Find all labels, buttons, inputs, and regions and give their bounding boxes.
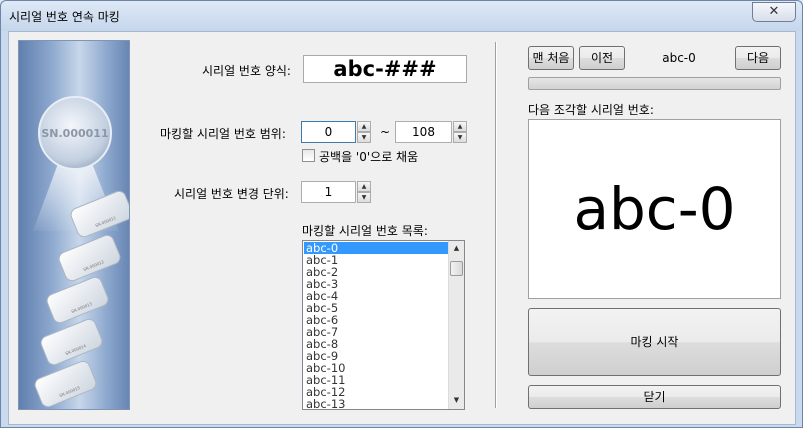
serial-listbox[interactable]: abc-0 abc-1 abc-2 abc-3 abc-4 abc-5 abc-6 abc-7… — [302, 240, 465, 410]
previous-button[interactable]: 이전 — [579, 46, 625, 70]
close-button[interactable]: 닫기 — [528, 385, 781, 409]
list-item[interactable]: abc-13 — [304, 398, 449, 409]
scroll-up-icon: ▲ — [453, 244, 460, 252]
range-from-spinner: 0 ▲ ▼ — [301, 121, 371, 143]
range-separator: ~ — [380, 125, 391, 139]
close-window-button[interactable]: ✕ — [752, 2, 796, 22]
range-to-spinner: 108 ▲ ▼ — [395, 121, 467, 143]
step-input[interactable]: 1 — [301, 181, 356, 203]
next-piece-label: 다음 조각할 시리얼 번호: — [528, 103, 654, 117]
spin-down-icon: ▼ — [361, 194, 367, 201]
spin-down-icon: ▼ — [457, 134, 463, 141]
window-title: 시리얼 번호 연속 마킹 — [9, 10, 120, 24]
list-scrollbar[interactable]: ▲ ▼ — [448, 241, 464, 409]
spin-up-icon: ▲ — [361, 183, 367, 190]
scroll-down-button[interactable]: ▼ — [449, 393, 464, 408]
step-up-button[interactable]: ▲ — [357, 181, 371, 192]
close-icon: ✕ — [768, 4, 780, 19]
spin-up-icon: ▲ — [361, 123, 367, 130]
step-label: 시리얼 번호 변경 단위: — [174, 187, 289, 201]
current-serial-text: abc-0 — [662, 51, 696, 65]
serial-list-items: abc-0 abc-1 abc-2 abc-3 abc-4 abc-5 abc-6 abc-7… — [304, 242, 449, 409]
range-label: 마킹할 시리얼 번호 범위: — [160, 127, 286, 141]
title-bar[interactable]: 시리얼 번호 연속 마킹 ✕ — [1, 1, 802, 31]
range-from-down-button[interactable]: ▼ — [357, 132, 371, 143]
serial-list-label: 마킹할 시리얼 번호 목록: — [302, 224, 428, 238]
marking-progress-bar — [528, 77, 781, 90]
vertical-divider — [495, 42, 497, 408]
spin-down-icon: ▼ — [361, 134, 367, 141]
start-marking-button[interactable]: 마킹 시작 — [528, 308, 781, 376]
scrollbar-thumb[interactable] — [450, 261, 463, 276]
scroll-down-icon: ▼ — [453, 396, 460, 404]
range-to-down-button[interactable]: ▼ — [453, 132, 467, 143]
first-button[interactable]: 맨 처음 — [528, 46, 574, 70]
serial-tags-illustration: SN.000011 SN.000011 SN.000012 SN.000013 … — [33, 96, 129, 408]
next-button[interactable]: 다음 — [735, 46, 781, 70]
step-spinner: 1 ▲ ▼ — [301, 181, 371, 203]
svg-text:SN.000011: SN.000011 — [41, 127, 108, 140]
range-to-up-button[interactable]: ▲ — [453, 121, 467, 132]
serial-format-display: abc-### — [303, 55, 467, 83]
next-serial-preview: abc-0 — [528, 119, 781, 299]
scroll-up-button[interactable]: ▲ — [449, 241, 464, 256]
dialog-window: 시리얼 번호 연속 마킹 ✕ SN.000011 SN.000011 SN.00… — [0, 0, 803, 428]
pad-zero-label: 공백을 '0'으로 채움 — [319, 150, 419, 164]
pad-zero-checkbox[interactable] — [302, 149, 315, 162]
step-down-button[interactable]: ▼ — [357, 192, 371, 203]
range-from-up-button[interactable]: ▲ — [357, 121, 371, 132]
dialog-body: SN.000011 SN.000011 SN.000012 SN.000013 … — [8, 31, 796, 425]
range-to-input[interactable]: 108 — [395, 121, 452, 143]
range-from-input[interactable]: 0 — [301, 121, 356, 143]
decorative-side-image: SN.000011 SN.000011 SN.000012 SN.000013 … — [18, 40, 130, 410]
spin-up-icon: ▲ — [457, 123, 463, 130]
format-label: 시리얼 번호 양식: — [202, 64, 291, 78]
